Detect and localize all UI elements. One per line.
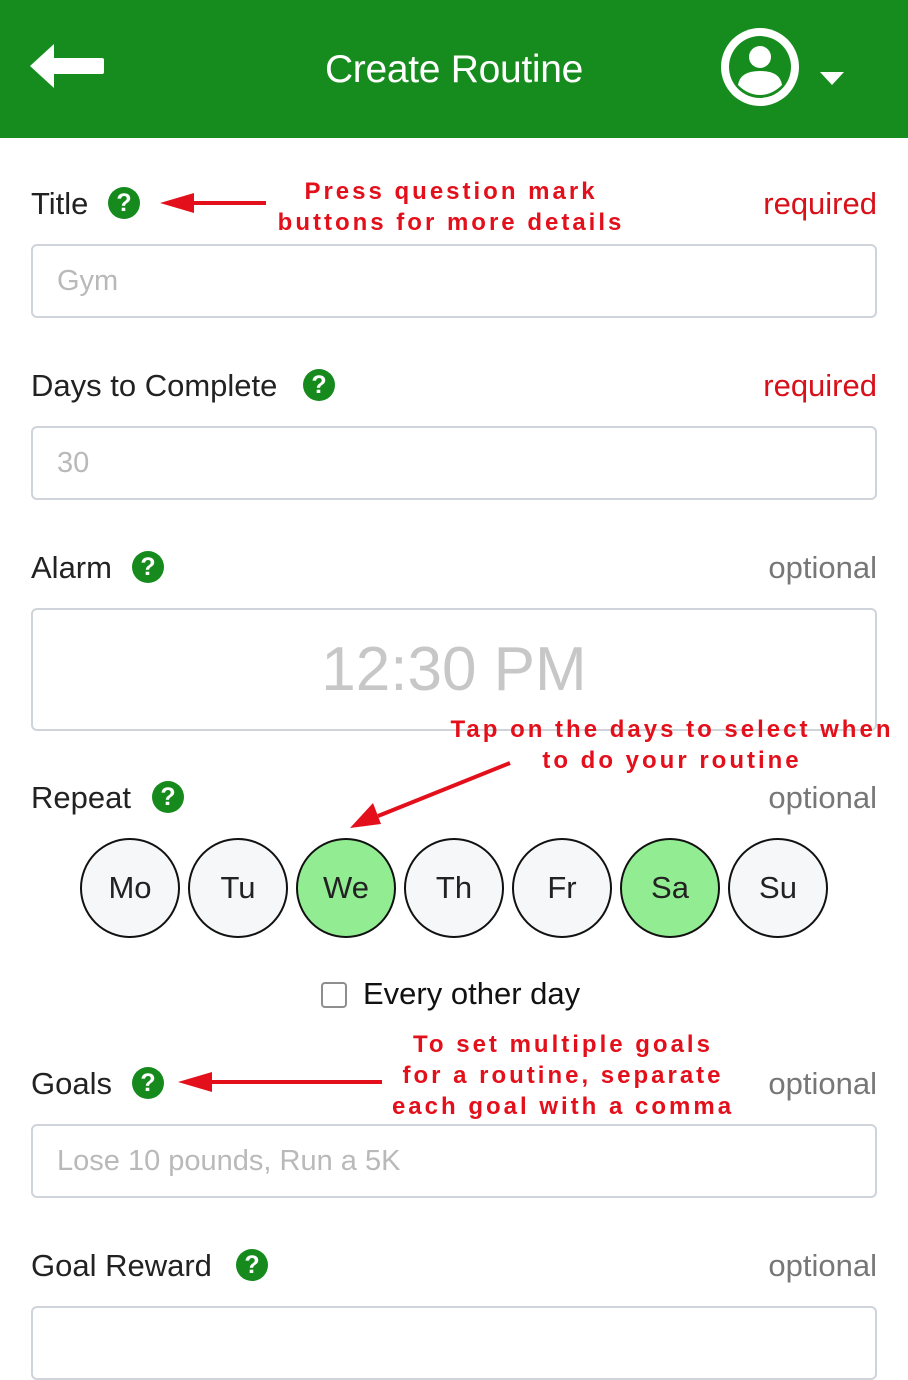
goals-input[interactable] (33, 1126, 875, 1196)
goals-annotation-line-1: To set multiple goals (413, 1031, 713, 1058)
goals-optional-text: optional (768, 1066, 877, 1101)
title-required-text: required (763, 186, 877, 221)
user-avatar-icon (721, 28, 799, 106)
question-mark-annotation: Press question mark buttons for more det… (268, 176, 634, 238)
goals-help-icon[interactable]: ? (132, 1067, 164, 1099)
goal-reward-field (31, 1306, 877, 1380)
title-label: Title (31, 186, 89, 221)
chevron-down-icon[interactable] (820, 72, 844, 86)
goal-reward-input[interactable] (33, 1308, 875, 1378)
goals-annotation-line-2: for a routine, separate (402, 1062, 724, 1089)
days-annotation-line-1: Tap on the days to select when (450, 716, 894, 743)
days-annotation: Tap on the days to select when to do you… (440, 714, 904, 776)
day-button-tu[interactable]: Tu (188, 838, 288, 938)
account-avatar-button[interactable] (720, 27, 800, 107)
repeat-label: Repeat (31, 780, 131, 815)
goal-reward-optional-text: optional (768, 1248, 877, 1283)
alarm-label: Alarm (31, 550, 112, 585)
day-button-mo[interactable]: Mo (80, 838, 180, 938)
question-mark-annotation-line-2: buttons for more details (277, 209, 625, 236)
arrow-to-goals-help (178, 1072, 382, 1092)
repeat-help-icon[interactable]: ? (152, 781, 184, 813)
alarm-optional-text: optional (768, 550, 877, 585)
goal-reward-label: Goal Reward (31, 1248, 212, 1283)
day-button-su[interactable]: Su (728, 838, 828, 938)
days-to-complete-input[interactable] (33, 428, 875, 498)
title-field (31, 244, 877, 318)
day-button-we[interactable]: We (296, 838, 396, 938)
goal-reward-help-icon[interactable]: ? (236, 1249, 268, 1281)
goals-field (31, 1124, 877, 1198)
goals-annotation-line-3: each goal with a comma (391, 1093, 735, 1120)
every-other-day-checkbox[interactable] (321, 982, 347, 1008)
day-button-sa[interactable]: Sa (620, 838, 720, 938)
day-button-fr[interactable]: Fr (512, 838, 612, 938)
days-annotation-line-2: to do your routine (542, 747, 802, 774)
question-mark-annotation-line-1: Press question mark (304, 178, 598, 205)
days-to-complete-label: Days to Complete (31, 368, 278, 403)
app-header: Create Routine (0, 0, 908, 138)
repeat-optional-text: optional (768, 780, 877, 815)
alarm-time-picker[interactable]: 12:30 PM (31, 608, 877, 731)
days-to-complete-help-icon[interactable]: ? (303, 369, 335, 401)
title-help-icon[interactable]: ? (108, 187, 140, 219)
day-button-th[interactable]: Th (404, 838, 504, 938)
title-input[interactable] (33, 246, 875, 316)
every-other-day-label[interactable]: Every other day (363, 976, 580, 1012)
goals-label: Goals (31, 1066, 112, 1101)
arrow-to-title-help (160, 193, 266, 213)
alarm-help-icon[interactable]: ? (132, 551, 164, 583)
goals-annotation: To set multiple goals for a routine, sep… (382, 1029, 744, 1122)
days-to-complete-required-text: required (763, 368, 877, 403)
days-to-complete-field (31, 426, 877, 500)
